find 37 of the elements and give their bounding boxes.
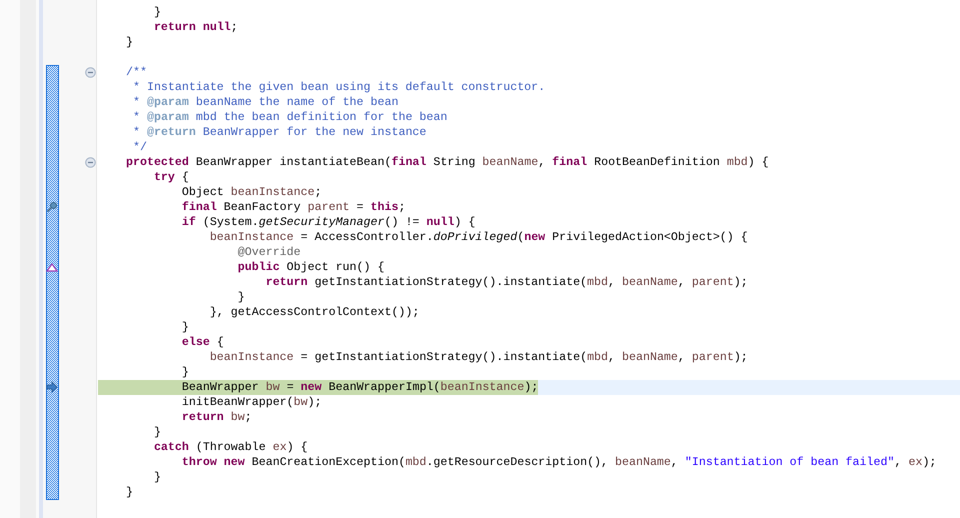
arrow-icon[interactable] [46, 381, 58, 393]
code-line: return bw; [180, 410, 252, 425]
code-line: } [180, 320, 189, 335]
code-line: else { [180, 335, 224, 350]
search-icon[interactable] [46, 201, 58, 213]
code-line: * Instantiate the given bean using its default constructor. [132, 80, 546, 95]
code-line: } [236, 290, 245, 305]
code-line: }, getAccessControlContext()); [208, 305, 420, 320]
code-line: } [152, 5, 161, 20]
code-line: * @param beanName the name of the bean [132, 95, 398, 110]
code-line: throw new BeanCreationException(mbd.getResourceDescription(), beanName, "Instantiation of bean failed", ex); [180, 455, 936, 470]
code-line: return null; [152, 20, 238, 35]
code-line: return getInstantiationStrategy().instantiate(mbd, beanName, parent); [264, 275, 748, 290]
code-line: * @param mbd the bean definition for the bean [132, 110, 448, 125]
code-line: } [180, 365, 189, 380]
code-line: protected BeanWrapper instantiateBean(final String beanName, final RootBeanDefinition mbd) { [125, 155, 769, 170]
collapse-icon[interactable] [85, 67, 96, 78]
code-line: } [152, 470, 161, 485]
code-line: */ [132, 140, 147, 155]
code-line: if (System.getSecurityManager() != null) { [180, 215, 476, 230]
code-line: Object beanInstance; [180, 185, 322, 200]
code-editor[interactable] [0, 0, 960, 518]
collapse-icon[interactable] [85, 157, 96, 168]
code-line: * @return BeanWrapper for the new instance [132, 125, 426, 140]
code-line: beanInstance = getInstantiationStrategy().instantiate(mbd, beanName, parent); [208, 350, 748, 365]
code-line: beanInstance = AccessController.doPrivileged(new PrivilegedAction<Object>() { [208, 230, 748, 245]
code-line: try { [152, 170, 189, 185]
code-line: } [125, 35, 133, 50]
code-line: final BeanFactory parent = this; [180, 200, 406, 215]
code-line: public Object run() { [236, 260, 384, 275]
code-line: } [125, 485, 133, 500]
triangle-icon[interactable] [46, 261, 58, 273]
code-line: @Override [236, 245, 301, 260]
code-line: initBeanWrapper(bw); [180, 395, 322, 410]
code-line: } [152, 425, 161, 440]
code-line: catch (Throwable ex) { [152, 440, 308, 455]
code-line: /** [125, 65, 147, 80]
